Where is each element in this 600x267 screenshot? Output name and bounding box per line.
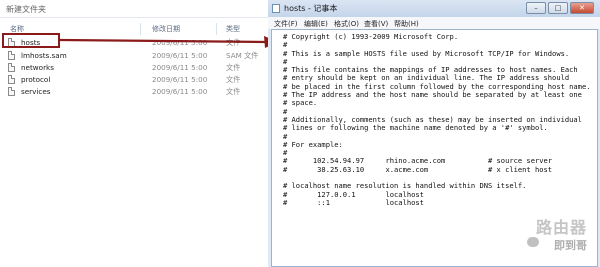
file-date: 2009/6/11 5:00 <box>152 51 208 60</box>
minimize-button[interactable]: – <box>526 2 546 14</box>
file-type: 文件 <box>226 87 241 96</box>
file-icon <box>8 51 15 60</box>
menu-edit[interactable]: 编辑(E) <box>304 19 328 29</box>
notepad-window: hosts - 记事本 – □ ✕ 文件(F) 编辑(E) 格式(O) 查看(V… <box>268 0 600 267</box>
hosts-file-content[interactable]: # Copyright (c) 1993-2009 Microsoft Corp… <box>283 32 591 207</box>
text-editor-area[interactable]: # Copyright (c) 1993-2009 Microsoft Corp… <box>271 29 598 267</box>
hosts-highlight-box <box>2 33 60 48</box>
watermark: 路由器 即到哥 <box>521 212 591 258</box>
chat-bubble-icon <box>527 237 539 247</box>
menu-view[interactable]: 查看(V) <box>364 19 388 29</box>
folder-title: 新建文件夹 <box>0 0 268 18</box>
file-name: lmhosts.sam <box>21 51 67 60</box>
file-icon <box>8 63 15 72</box>
file-date: 2009/6/11 5:00 <box>152 87 208 96</box>
file-type: 文件 <box>226 63 241 72</box>
file-date: 2009/6/11 5:00 <box>152 63 208 72</box>
watermark-subtext: 即到哥 <box>554 239 587 252</box>
file-type: SAM 文件 <box>226 51 259 60</box>
notepad-app-icon <box>272 4 280 13</box>
file-name: services <box>21 87 51 96</box>
file-name: networks <box>21 63 54 72</box>
menu-format[interactable]: 格式(O) <box>334 19 359 29</box>
file-icon <box>8 87 15 96</box>
file-icon <box>8 75 15 84</box>
watermark-text: 路由器 <box>535 218 587 237</box>
file-date: 2009/6/11 5:00 <box>152 75 208 84</box>
menu-bar: 文件(F) 编辑(E) 格式(O) 查看(V) 帮助(H) <box>268 17 600 29</box>
file-name: protocol <box>21 75 51 84</box>
window-title: hosts - 记事本 <box>284 4 338 13</box>
menu-help[interactable]: 帮助(H) <box>394 19 419 29</box>
close-button[interactable]: ✕ <box>570 2 594 14</box>
annotation-arrow-icon <box>59 36 278 48</box>
notepad-titlebar[interactable]: hosts - 记事本 – □ ✕ <box>268 0 600 17</box>
file-type: 文件 <box>226 75 241 84</box>
maximize-button[interactable]: □ <box>548 2 568 14</box>
menu-file[interactable]: 文件(F) <box>274 19 298 29</box>
